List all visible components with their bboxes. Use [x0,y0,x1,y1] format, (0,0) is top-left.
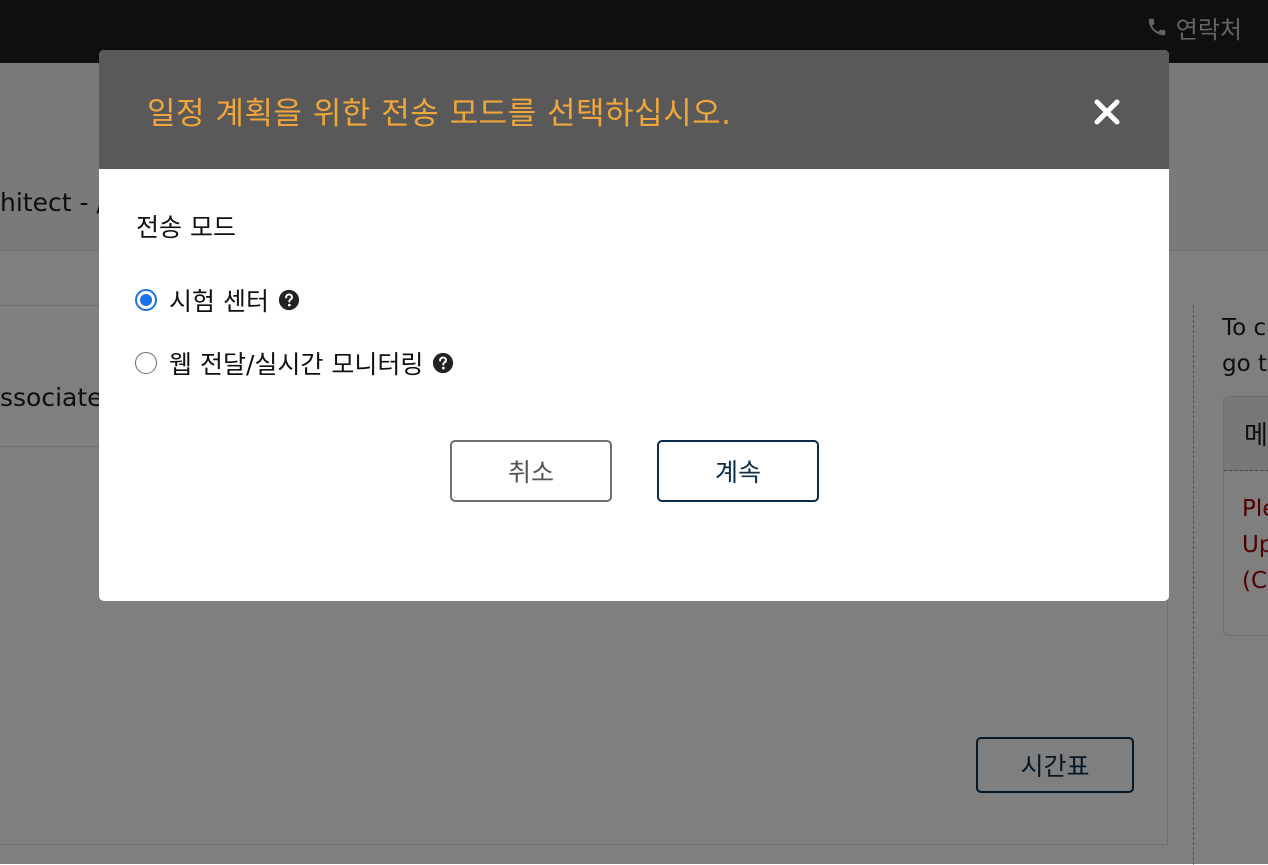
web-delivery-radio[interactable] [135,352,157,374]
test-center-label[interactable]: 시험 센터 [169,282,269,318]
close-icon[interactable] [1091,96,1123,128]
continue-button[interactable]: 계속 [657,440,819,502]
delivery-mode-label: 전송 모드 [136,213,236,242]
dialog-header: 일정 계획을 위한 전송 모드를 선택하십시오. [99,50,1169,169]
option-web-delivery[interactable]: 웹 전달/실시간 모니터링 [135,345,454,381]
test-center-radio[interactable] [135,289,157,311]
question-circle-icon[interactable] [432,352,454,374]
question-circle-icon[interactable] [278,289,300,311]
dialog-title: 일정 계획을 위한 전송 모드를 선택하십시오. [147,96,732,132]
delivery-mode-dialog: 일정 계획을 위한 전송 모드를 선택하십시오. 전송 모드 시험 센터 웹 전… [99,50,1169,601]
web-delivery-label[interactable]: 웹 전달/실시간 모니터링 [169,345,423,381]
option-test-center[interactable]: 시험 센터 [135,282,300,318]
cancel-button[interactable]: 취소 [450,440,612,502]
